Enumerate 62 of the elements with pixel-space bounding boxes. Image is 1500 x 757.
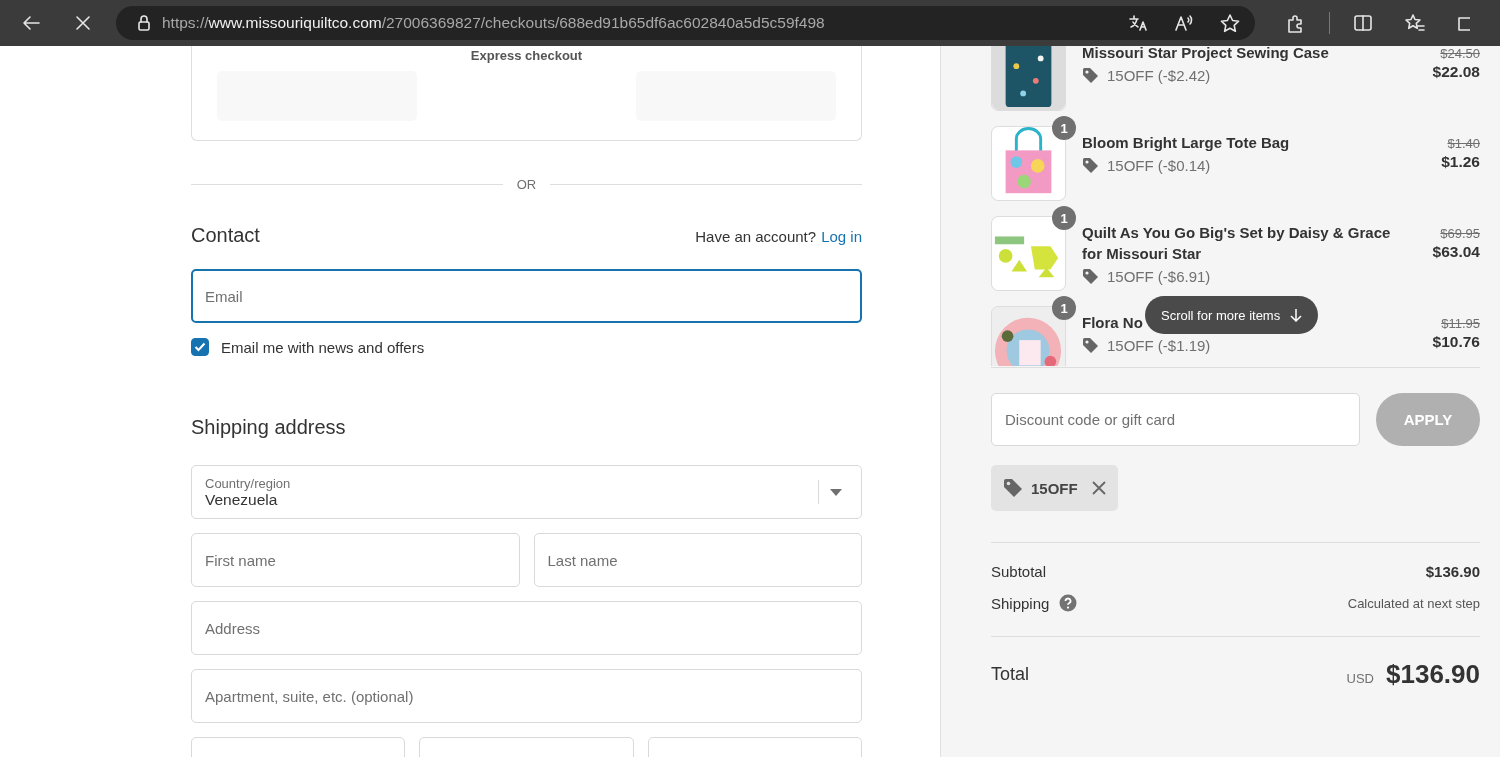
discount-code: 15OFF	[1031, 479, 1078, 497]
price: $63.04	[1432, 243, 1480, 261]
product-title: Bloom Bright Large Tote Bag	[1082, 133, 1290, 153]
original-price: $69.95	[1440, 226, 1480, 241]
discount-text: 15OFF (-$1.19)	[1107, 337, 1211, 354]
text-field[interactable]: Apartment, suite, etc. (optional)	[191, 669, 862, 723]
text-field[interactable]: First name	[191, 533, 520, 587]
shipping-value: Calculated at next step	[1347, 595, 1480, 611]
divider-label: OR	[516, 177, 537, 192]
price: $22.08	[1432, 63, 1480, 81]
favorites-icon[interactable]	[1404, 12, 1426, 34]
product-title: Flora No	[1082, 313, 1143, 333]
tag-icon	[1082, 337, 1099, 354]
dropdown-caret-icon	[830, 488, 842, 496]
price: $1.26	[1441, 153, 1480, 171]
original-price: $1.40	[1447, 136, 1480, 151]
discount-text: 15OFF (-$6.91)	[1107, 268, 1211, 285]
scroll-hint-tooltip[interactable]: Scroll for more items	[1145, 296, 1319, 334]
lock-icon	[136, 14, 152, 32]
star-icon[interactable]	[1219, 13, 1242, 33]
original-price: $11.95	[1441, 316, 1480, 331]
price: $10.76	[1432, 333, 1480, 351]
quantity-badge: 1	[1052, 296, 1076, 320]
selected-value: Venezuela	[205, 490, 278, 509]
tag-icon	[1082, 67, 1099, 84]
text-field[interactable]: Last name	[533, 533, 862, 587]
discount-text: 15OFF (-$0.14)	[1107, 157, 1211, 174]
discount-code-field[interactable]: Discount code or gift card	[991, 393, 1360, 446]
email-field[interactable]: Email	[191, 269, 862, 323]
translate-icon[interactable]	[1127, 13, 1150, 33]
quantity-badge: 1	[1052, 116, 1076, 140]
product-title: Quilt As You Go Big's Set by Daisy & Grace for Missouri Star	[1082, 223, 1392, 264]
field-label: Country/region	[205, 475, 292, 491]
section-heading: Contact	[191, 224, 260, 247]
subtotal-value: $136.90	[1425, 563, 1480, 580]
total-label: Total	[991, 664, 1030, 685]
currency-code: USD	[1346, 671, 1374, 686]
tag-icon	[1082, 268, 1099, 285]
section-title: Express checkout	[469, 48, 584, 63]
section-heading: Shipping address	[191, 416, 347, 439]
subtotal-label: Subtotal	[991, 563, 1047, 580]
help-icon[interactable]	[1059, 594, 1078, 612]
split-screen-icon[interactable]	[1352, 12, 1374, 34]
checkmark-icon	[194, 342, 206, 352]
shipping-label: Shipping	[991, 594, 1050, 612]
tag-icon	[1082, 157, 1099, 174]
account-prompt: Have an account?	[695, 228, 817, 245]
url-text[interactable]: https://www.missouriquiltco.com/27006369827/checkouts/688ed91b65df6ac602840a5d5c59f498	[162, 14, 1118, 32]
checkbox-label: Email me with news and offers	[221, 338, 425, 356]
country-select[interactable]: Country/region Venezuela	[191, 465, 862, 519]
total-value: $136.90	[1386, 659, 1480, 690]
text-field[interactable]: Address	[191, 601, 862, 655]
login-link[interactable]: Log in	[821, 228, 862, 245]
remove-icon[interactable]	[1091, 481, 1106, 495]
quantity-badge: 1	[1052, 206, 1076, 230]
address-bar[interactable]: https://www.missouriquiltco.com/27006369827/checkouts/688ed91b65df6ac602840a5d5c59f498	[116, 6, 1256, 40]
down-arrow-icon	[1290, 308, 1303, 322]
checkbox[interactable]	[191, 338, 209, 356]
tag-icon	[1003, 478, 1023, 498]
discount-text: 15OFF (-$2.42)	[1107, 67, 1211, 84]
original-price: $24.50	[1440, 46, 1480, 61]
product-title: Missouri Star Project Sewing Case	[1082, 46, 1329, 63]
